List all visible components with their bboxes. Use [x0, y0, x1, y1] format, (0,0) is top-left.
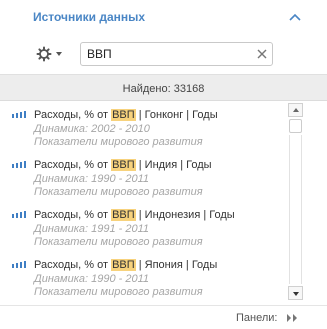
- chevron-up-icon[interactable]: [287, 10, 303, 26]
- search-field: [80, 42, 273, 66]
- item-title: Расходы, % от ВВП | Япония | Годы: [34, 259, 218, 271]
- item-period: Динамика: 1991 - 2011: [34, 223, 150, 235]
- item-source: Показатели мирового развития: [34, 236, 203, 248]
- item-source: Показатели мирового развития: [34, 136, 203, 148]
- caret-down-icon: [56, 52, 62, 56]
- list-item[interactable]: Расходы, % от ВВП | Индия | Годы Динамик…: [0, 151, 304, 201]
- item-title: Расходы, % от ВВП | Гонконг | Годы: [34, 109, 218, 121]
- results-scrollbar[interactable]: [288, 103, 303, 300]
- item-period: Динамика: 1990 - 2011: [34, 173, 150, 185]
- item-source: Показатели мирового развития: [34, 186, 203, 198]
- item-title: Расходы, % от ВВП | Индонезия | Годы: [34, 209, 235, 221]
- panel-footer: Панели:: [0, 305, 327, 329]
- search-highlight: ВВП: [111, 159, 136, 171]
- bar-chart-icon: [12, 111, 28, 118]
- panel-title: Источники данных: [33, 10, 146, 24]
- results-count-bar: Найдено: 33168: [0, 74, 327, 101]
- search-toolbar: [0, 37, 327, 74]
- search-input[interactable]: [87, 46, 247, 62]
- close-icon[interactable]: [256, 48, 268, 60]
- bar-chart-icon: [12, 211, 28, 218]
- bar-chart-icon: [12, 161, 28, 168]
- search-highlight: ВВП: [111, 109, 136, 121]
- scroll-down-button[interactable]: [288, 286, 303, 300]
- scroll-track[interactable]: [289, 135, 302, 284]
- search-highlight: ВВП: [111, 259, 136, 271]
- list-item[interactable]: Расходы, % от ВВП | Гонконг | Годы Динам…: [0, 101, 304, 151]
- item-period: Динамика: 1990 - 2011: [34, 273, 150, 285]
- settings-dropdown-button[interactable]: [36, 45, 68, 65]
- results-count: Найдено: 33168: [122, 83, 205, 95]
- results-list: Расходы, % от ВВП | Гонконг | Годы Динам…: [0, 101, 304, 305]
- list-item[interactable]: Расходы, % от ВВП | Индонезия | Годы Дин…: [0, 201, 304, 251]
- item-source: Показатели мирового развития: [34, 286, 203, 298]
- item-title: Расходы, % от ВВП | Индия | Годы: [34, 159, 212, 171]
- gear-icon: [36, 46, 52, 62]
- panels-label: Панели:: [236, 312, 278, 324]
- data-sources-panel: Источники данных ВВП Найдено: 33168 Расх…: [0, 0, 327, 329]
- double-chevron-right-icon[interactable]: [286, 313, 300, 323]
- bar-chart-icon: [12, 261, 28, 268]
- item-period: Динамика: 2002 - 2010: [34, 123, 150, 135]
- search-highlight: ВВП: [111, 209, 136, 221]
- scroll-up-button[interactable]: [288, 103, 303, 117]
- list-item[interactable]: Расходы, % от ВВП | Япония | Годы Динами…: [0, 251, 304, 301]
- panel-header: Источники данных: [0, 0, 327, 37]
- scroll-thumb[interactable]: [289, 119, 302, 133]
